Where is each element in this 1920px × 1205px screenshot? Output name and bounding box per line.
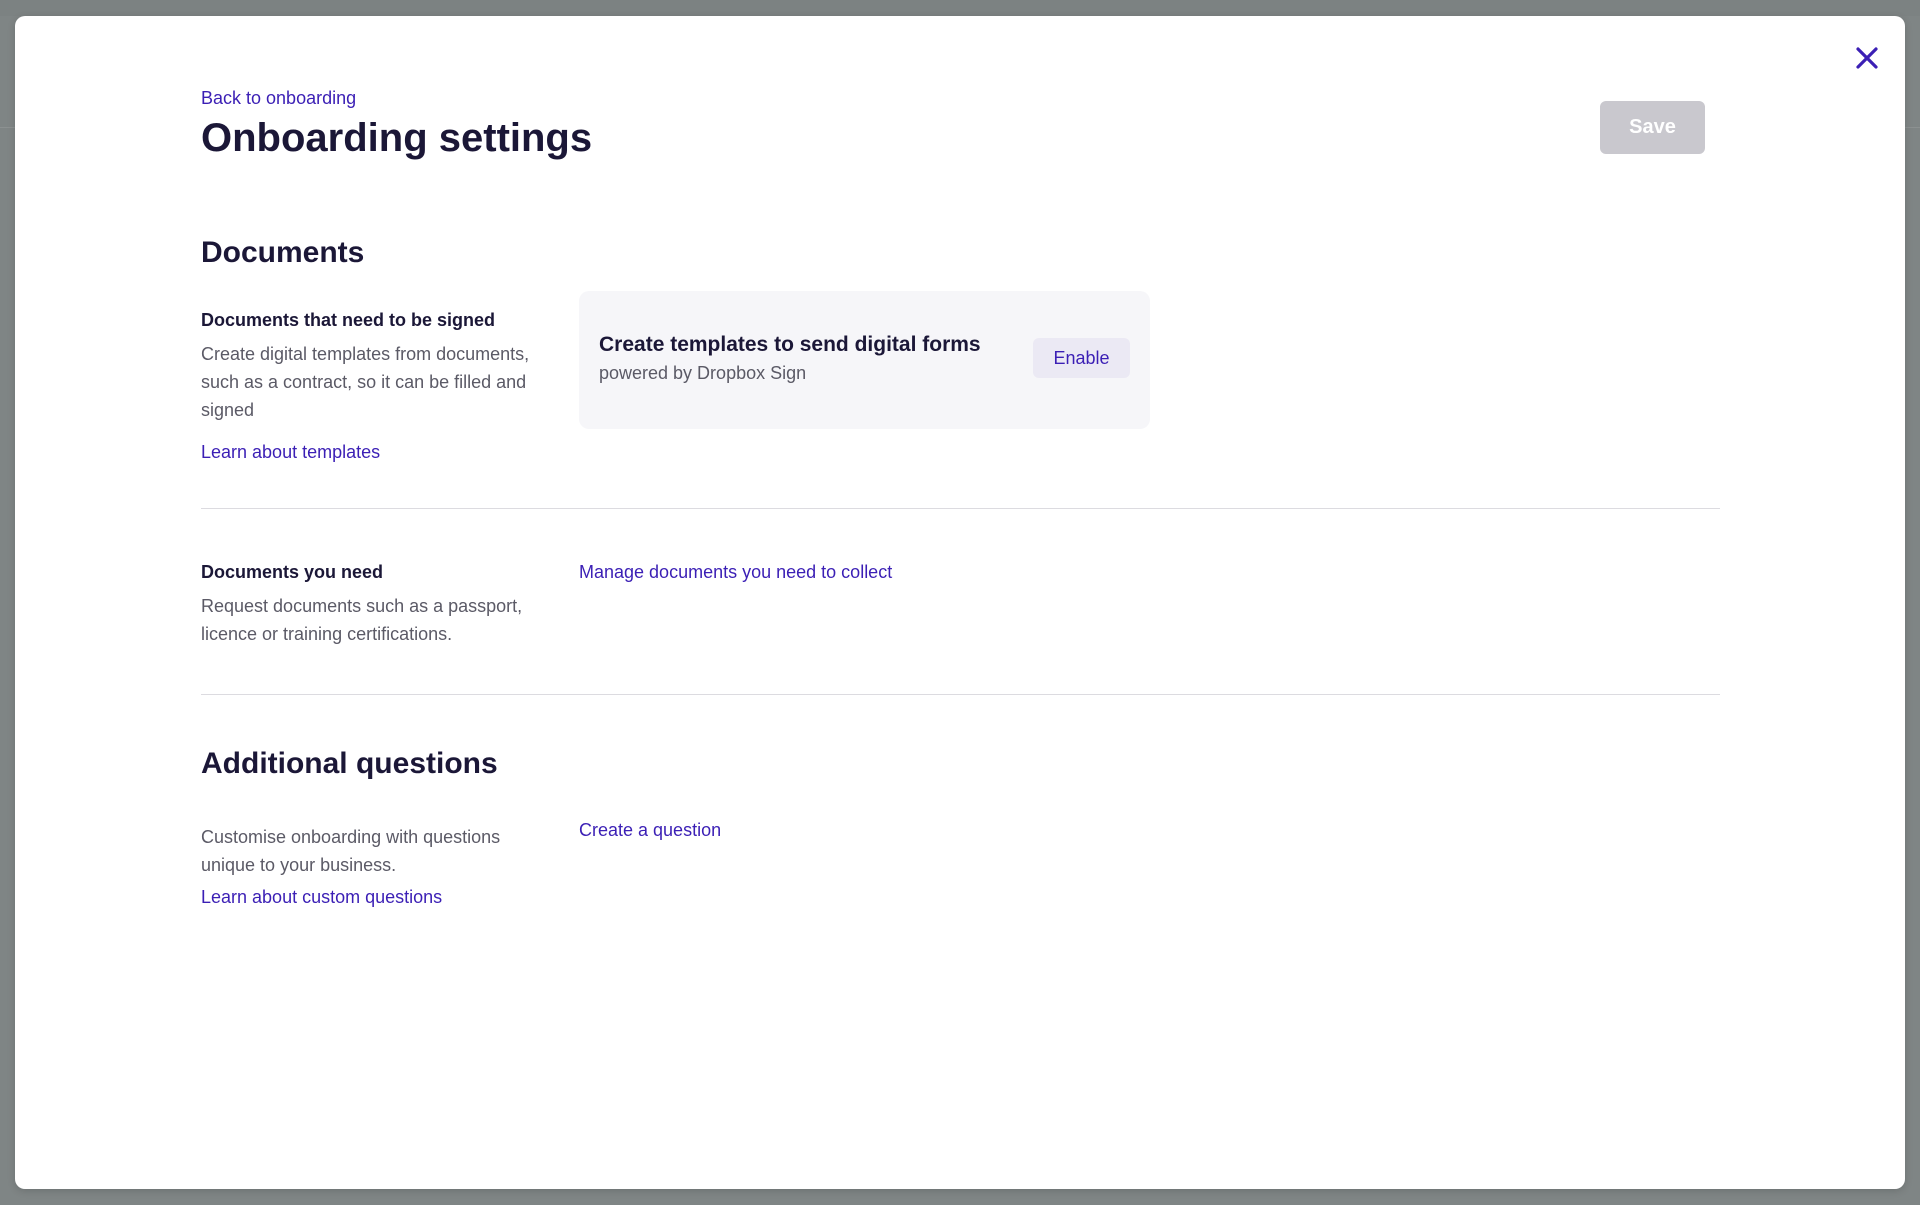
manage-documents-link[interactable]: Manage documents you need to collect	[579, 562, 892, 583]
additional-questions-description: Customise onboarding with questions uniq…	[201, 827, 501, 875]
learn-about-templates-link[interactable]: Learn about templates	[201, 442, 380, 463]
close-icon	[1856, 47, 1878, 69]
back-to-onboarding-link[interactable]: Back to onboarding	[201, 88, 356, 109]
page-title: Onboarding settings	[201, 116, 593, 160]
documents-needed-label: Documents you need	[201, 562, 384, 582]
documents-needed-description: Request documents such as a passport, li…	[201, 596, 523, 644]
create-question-link[interactable]: Create a question	[579, 820, 721, 841]
learn-about-custom-questions-link[interactable]: Learn about custom questions	[201, 887, 442, 908]
background-app-strip	[0, 0, 1920, 16]
card-title: Create templates to send digital forms	[599, 333, 981, 356]
onboarding-settings-modal: Back to onboarding Onboarding settings S…	[15, 16, 1905, 1189]
signed-documents-label: Documents that need to be signed	[201, 310, 496, 330]
enable-button[interactable]: Enable	[1033, 338, 1130, 378]
section-divider	[201, 694, 1720, 695]
documents-section-title: Documents	[201, 236, 365, 269]
background-divider	[0, 127, 15, 128]
section-divider	[201, 508, 1720, 509]
close-button[interactable]	[1845, 36, 1889, 80]
signed-documents-description: Create digital templates from documents,…	[201, 344, 530, 420]
background-divider	[1905, 127, 1920, 128]
digital-forms-card: Create templates to send digital forms p…	[579, 291, 1150, 429]
card-subtitle: powered by Dropbox Sign	[599, 363, 807, 383]
additional-questions-title: Additional questions	[201, 747, 498, 780]
save-button[interactable]: Save	[1600, 101, 1705, 154]
